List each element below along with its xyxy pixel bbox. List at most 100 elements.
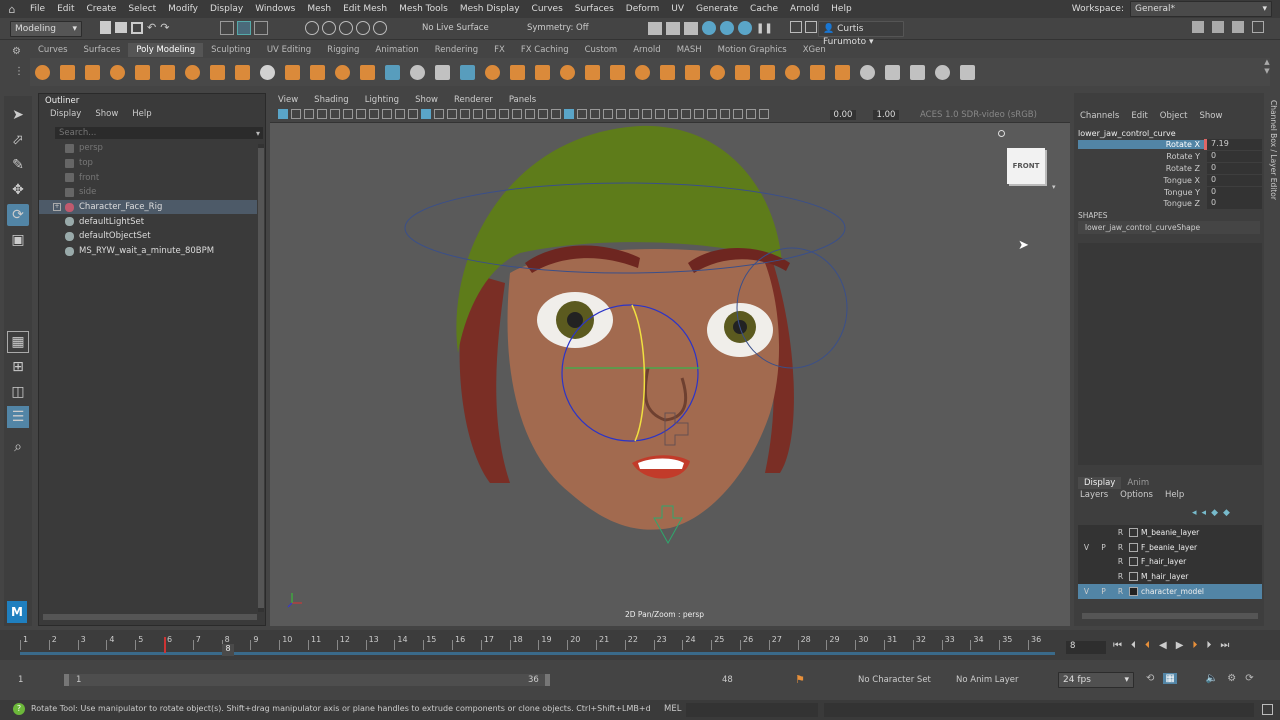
- combine-icon[interactable]: [458, 62, 478, 82]
- viewcube-menu-icon[interactable]: ▾: [1052, 183, 1056, 191]
- persp-outliner-icon[interactable]: ◫: [7, 381, 29, 403]
- knife-icon[interactable]: [883, 62, 903, 82]
- channel-row[interactable]: Tongue Y 0: [1078, 186, 1262, 198]
- layer-row[interactable]: V P Rcharacter_model: [1078, 584, 1262, 599]
- shelf-tab-rigging[interactable]: Rigging: [319, 43, 367, 57]
- menu-curves[interactable]: Curves: [526, 4, 569, 14]
- viewport-tool-icon[interactable]: [447, 109, 457, 119]
- cube-icon[interactable]: [58, 62, 78, 82]
- outliner-layout-icon[interactable]: ☰: [7, 406, 29, 428]
- outliner-item[interactable]: MS_RYW_wait_a_minute_80BPM: [39, 244, 257, 259]
- shelf-tab-xgen[interactable]: XGen: [795, 43, 834, 57]
- menu-file[interactable]: File: [24, 4, 51, 14]
- viewport-menu-show[interactable]: Show: [407, 93, 446, 107]
- menu-arnold[interactable]: Arnold: [784, 4, 825, 14]
- scale-tool-icon[interactable]: ▣: [7, 229, 29, 251]
- scene-start-field[interactable]: 1: [18, 675, 23, 685]
- viewport-tool-icon[interactable]: [434, 109, 444, 119]
- viewport-tool-icon[interactable]: [759, 109, 769, 119]
- viewport-tool-icon[interactable]: [356, 109, 366, 119]
- viewport-tool-icon[interactable]: [304, 109, 314, 119]
- viewport-tool-icon[interactable]: [538, 109, 548, 119]
- viewport-tool-icon[interactable]: [642, 109, 652, 119]
- lasso-tool-icon[interactable]: ⬀: [7, 129, 29, 151]
- menu-mesh-display[interactable]: Mesh Display: [454, 4, 526, 14]
- extrude-icon[interactable]: [508, 62, 528, 82]
- shelf-tab-fx-caching[interactable]: FX Caching: [513, 43, 577, 57]
- symmetry-dropdown[interactable]: Symmetry: Off: [527, 23, 589, 33]
- layer-menu-options[interactable]: Options: [1114, 490, 1159, 500]
- sweep-icon[interactable]: [258, 62, 278, 82]
- uv-layout-icon[interactable]: [783, 62, 803, 82]
- pipe-icon[interactable]: [308, 62, 328, 82]
- poke-icon[interactable]: [958, 62, 978, 82]
- layer-visibility-toggle[interactable]: V: [1078, 587, 1095, 596]
- fps-dropdown[interactable]: 24 fps ▾: [1058, 672, 1134, 688]
- shelf-tab-curves[interactable]: Curves: [30, 43, 76, 57]
- step-forward-key-icon[interactable]: ⏵: [1192, 640, 1197, 651]
- menu-mesh-tools[interactable]: Mesh Tools: [393, 4, 454, 14]
- shelf-tab-animation[interactable]: Animation: [367, 43, 426, 57]
- cone-icon[interactable]: [108, 62, 128, 82]
- separate-icon[interactable]: [483, 62, 503, 82]
- exposure-field[interactable]: 0.00: [830, 110, 856, 120]
- layer-tab-anim[interactable]: Anim: [1121, 477, 1155, 489]
- four-view-icon[interactable]: ⊞: [7, 356, 29, 378]
- go-to-start-icon[interactable]: ⏮: [1113, 640, 1122, 651]
- outliner-menu-show[interactable]: Show: [88, 109, 125, 119]
- fold-icon[interactable]: [733, 62, 753, 82]
- open-scene-icon[interactable]: [115, 22, 127, 33]
- shelf-tab-uv-editing[interactable]: UV Editing: [259, 43, 319, 57]
- keys-icon[interactable]: ▦: [1163, 673, 1177, 684]
- menu-help[interactable]: Help: [825, 4, 858, 14]
- viewport-tool-icon[interactable]: [668, 109, 678, 119]
- current-frame-field[interactable]: 8: [1066, 641, 1106, 654]
- outliner-item[interactable]: top: [39, 156, 257, 171]
- time-slider[interactable]: 1 2 3 4 5 6 7 8 9 10 11 12 13 14 15 16 17 18 19 20 21 22 23 24 2…: [0, 630, 1280, 660]
- isolate-icon[interactable]: [805, 21, 817, 33]
- single-perspective-icon[interactable]: ▦: [7, 331, 29, 353]
- snap-point-icon[interactable]: [339, 21, 353, 35]
- layer-playback-toggle[interactable]: P: [1095, 543, 1112, 552]
- outliner-menu-display[interactable]: Display: [43, 109, 88, 119]
- script-editor-icon[interactable]: [1262, 704, 1273, 715]
- go-to-end-icon[interactable]: ⏭: [1220, 640, 1229, 651]
- outliner-item[interactable]: side: [39, 185, 257, 200]
- svg-polygon-icon[interactable]: [233, 62, 253, 82]
- layer-display-type[interactable]: R: [1112, 528, 1129, 537]
- layer-row[interactable]: V P R F_beanie_layer: [1078, 539, 1262, 555]
- ipr-render-icon[interactable]: [666, 21, 680, 35]
- layer-playback-toggle[interactable]: P: [1095, 587, 1112, 596]
- channel-value[interactable]: 0: [1207, 198, 1262, 210]
- shelf-tab-mash[interactable]: MASH: [669, 43, 710, 57]
- viewport-tool-icon[interactable]: [681, 109, 691, 119]
- move-tool-icon[interactable]: ✥: [7, 179, 29, 201]
- outliner-menu-help[interactable]: Help: [125, 109, 158, 119]
- loop-icon[interactable]: ⟲: [1146, 673, 1154, 684]
- mirror-icon[interactable]: [633, 62, 653, 82]
- star-icon[interactable]: [283, 62, 303, 82]
- play-forwards-icon[interactable]: ▶: [1176, 640, 1184, 651]
- menu-edit-mesh[interactable]: Edit Mesh: [337, 4, 393, 14]
- viewport-tool-icon[interactable]: [473, 109, 483, 119]
- uv-editor-icon[interactable]: [383, 62, 403, 82]
- new-layer-icon[interactable]: ◆: [1211, 508, 1218, 518]
- render-settings-icon[interactable]: [684, 21, 698, 35]
- undo-icon[interactable]: ↶: [147, 21, 156, 34]
- hypershade-icon[interactable]: [702, 21, 716, 35]
- paint-select-icon[interactable]: ✎: [7, 154, 29, 176]
- slide-icon[interactable]: [933, 62, 953, 82]
- menu-generate[interactable]: Generate: [690, 4, 744, 14]
- viewport-tool-icon[interactable]: [460, 109, 470, 119]
- channel-row[interactable]: Rotate Z 0: [1078, 162, 1262, 175]
- menu-mesh[interactable]: Mesh: [301, 4, 337, 14]
- retopo-icon[interactable]: [833, 62, 853, 82]
- outliner-vscroll[interactable]: [258, 144, 264, 612]
- svg-icon[interactable]: [358, 62, 378, 82]
- layer-name[interactable]: character_model: [1141, 587, 1204, 596]
- sync-icon[interactable]: ⟳: [1245, 673, 1253, 684]
- viewport-tool-icon[interactable]: [395, 109, 405, 119]
- channel-row[interactable]: Tongue X 0: [1078, 174, 1262, 186]
- home-icon[interactable]: ⌂: [0, 3, 24, 16]
- command-line-input[interactable]: [686, 703, 818, 717]
